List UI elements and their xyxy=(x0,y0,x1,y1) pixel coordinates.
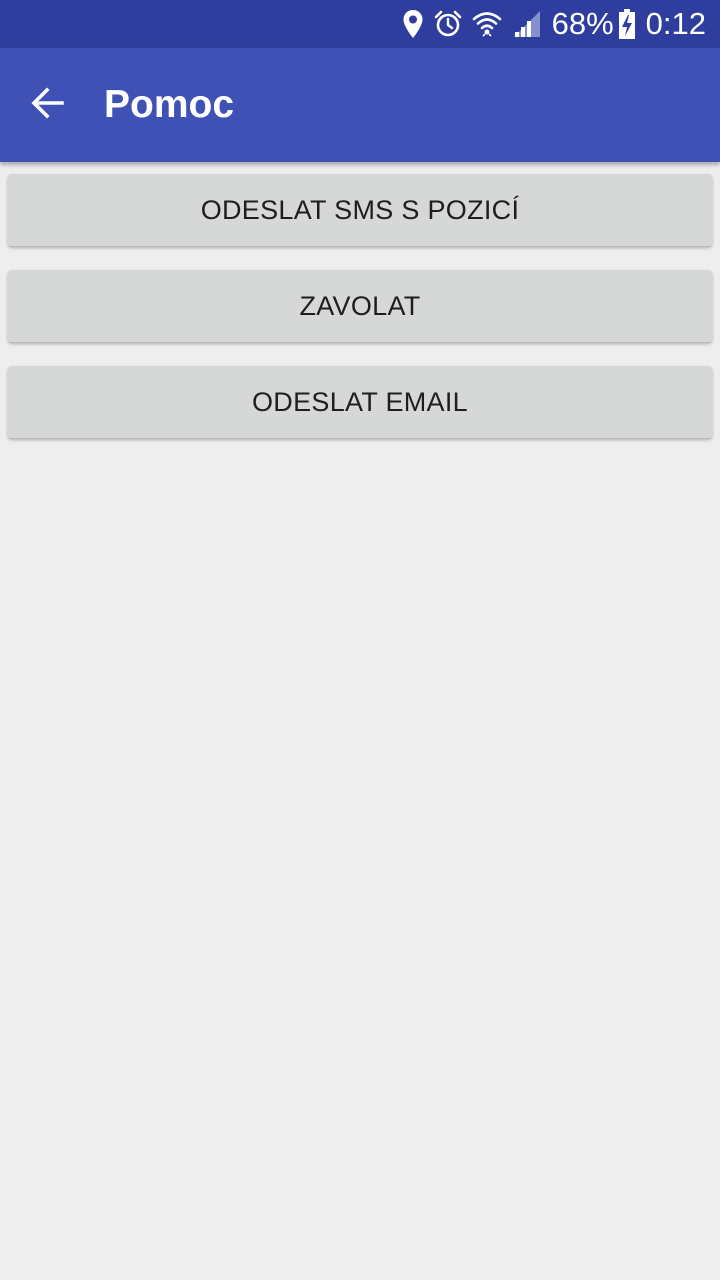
page-title: Pomoc xyxy=(104,83,235,126)
location-icon xyxy=(402,9,424,39)
battery-percent: 68% xyxy=(551,6,614,41)
send-email-button[interactable]: ODESLAT EMAIL xyxy=(8,366,712,438)
wifi-icon xyxy=(472,9,502,39)
app-bar: Pomoc xyxy=(0,48,720,162)
clock: 0:12 xyxy=(645,6,706,41)
call-button[interactable]: ZAVOLAT xyxy=(8,270,712,342)
alarm-icon xyxy=(434,10,462,38)
arrow-back-icon xyxy=(30,85,66,126)
main-content: ODESLAT SMS S POZICÍ ZAVOLAT ODESLAT EMA… xyxy=(0,162,720,1280)
signal-icon xyxy=(512,10,542,38)
status-bar: 68% 0:12 xyxy=(0,0,720,48)
battery-charging-icon xyxy=(618,8,636,40)
back-button[interactable] xyxy=(20,77,76,133)
send-sms-with-location-button[interactable]: ODESLAT SMS S POZICÍ xyxy=(8,174,712,246)
